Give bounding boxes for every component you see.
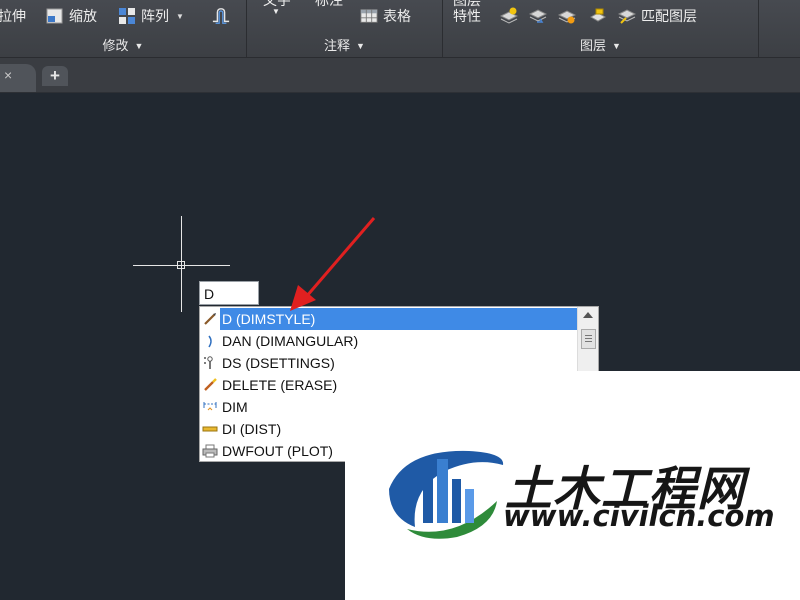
layer-off-icon xyxy=(500,7,518,24)
layer-off-button[interactable] xyxy=(500,6,523,26)
suggestion-label: D (DIMSTYLE) xyxy=(220,308,578,330)
table-button[interactable]: 表格 xyxy=(360,6,411,26)
suggestion-label: DIM xyxy=(222,399,248,415)
scale-label: 缩放 xyxy=(69,8,97,24)
array-button[interactable]: 阵列 ▼ xyxy=(118,6,184,26)
watermark-url: www.civilcn.com xyxy=(503,499,775,533)
layer-freeze-button[interactable] xyxy=(558,6,581,26)
suggestion-item[interactable]: DAN (DIMANGULAR) xyxy=(200,330,578,352)
dimstyle-icon xyxy=(200,308,220,330)
stretch-button[interactable]: 拉伸 xyxy=(0,6,26,26)
match-layer-icon xyxy=(618,9,636,24)
stretch-label: 拉伸 xyxy=(0,8,26,24)
erase-icon xyxy=(200,374,220,396)
annotation-panel-title[interactable]: 注释 ▼ xyxy=(247,37,442,55)
pickbox xyxy=(177,261,185,269)
scroll-thumb[interactable] xyxy=(581,329,596,349)
scale-icon xyxy=(46,8,63,24)
modify-panel: 拉伸 缩放 阵列 ▼ 修改 ▼ xyxy=(0,0,247,57)
ribbon: 拉伸 缩放 阵列 ▼ 修改 ▼ 文字 ▼ 标注 表格 注释 ▼ 图层 特性 匹配… xyxy=(0,0,800,58)
layers-panel-title[interactable]: 图层 ▼ xyxy=(443,37,758,55)
offset-button[interactable] xyxy=(212,6,235,26)
suggestion-label: DS (DSETTINGS) xyxy=(222,355,335,371)
table-icon xyxy=(360,9,378,23)
new-tab-button[interactable]: + xyxy=(42,66,68,86)
offset-icon xyxy=(212,8,230,24)
dimension-label: 标注 xyxy=(315,0,343,8)
suggestion-label: DAN (DIMANGULAR) xyxy=(222,333,359,349)
layer-lock-icon xyxy=(589,8,607,22)
next-panel xyxy=(759,0,800,57)
modify-panel-label: 修改 xyxy=(102,38,129,53)
drawing-tab[interactable]: × xyxy=(0,64,36,92)
layers-panel-label: 图层 xyxy=(580,38,607,53)
dim-icon xyxy=(200,396,220,418)
chevron-down-icon: ▼ xyxy=(134,41,144,51)
chevron-down-icon: ▼ xyxy=(356,41,365,51)
chevron-down-icon: ▼ xyxy=(612,41,621,51)
layer-isolate-button[interactable] xyxy=(529,6,552,26)
layer-isolate-icon xyxy=(529,9,547,23)
layer-lock-button[interactable] xyxy=(589,6,612,26)
layer-freeze-icon xyxy=(558,10,576,24)
array-dropdown-icon[interactable]: ▼ xyxy=(176,12,184,21)
array-label: 阵列 xyxy=(141,8,169,24)
close-tab-icon[interactable]: × xyxy=(4,67,12,83)
suggestion-label: DWFOUT (PLOT) xyxy=(222,443,333,459)
scale-button[interactable]: 缩放 xyxy=(46,6,97,26)
annotation-panel: 文字 ▼ 标注 表格 注释 ▼ xyxy=(247,0,443,57)
table-label: 表格 xyxy=(383,8,411,24)
array-icon xyxy=(119,8,135,24)
suggestion-item[interactable]: D (DIMSTYLE) xyxy=(200,308,578,330)
suggestion-label: DI (DIST) xyxy=(222,421,282,437)
file-tab-strip: × + xyxy=(0,58,800,93)
annotation-panel-label: 注释 xyxy=(324,38,351,53)
text-dropdown-icon[interactable]: ▼ xyxy=(272,1,280,21)
plot-icon xyxy=(200,440,220,462)
command-input[interactable]: D xyxy=(199,281,259,305)
match-layer-label: 匹配图层 xyxy=(641,8,697,24)
layers-panel: 图层 特性 匹配图层 图层 ▼ xyxy=(443,0,759,57)
dimangular-icon xyxy=(200,330,220,352)
layer-properties-button[interactable]: 特性 xyxy=(453,6,481,26)
match-layer-button[interactable]: 匹配图层 xyxy=(618,6,697,26)
suggestion-label: DELETE (ERASE) xyxy=(222,377,338,393)
modify-panel-title[interactable]: 修改 ▼ xyxy=(0,37,246,55)
measure-icon xyxy=(200,418,220,440)
scroll-up-icon[interactable] xyxy=(583,312,593,318)
watermark-logo xyxy=(389,450,504,539)
dsettings-icon xyxy=(200,352,220,374)
layer-properties-label: 特性 xyxy=(453,8,481,24)
dimension-button[interactable]: 标注 xyxy=(315,0,343,10)
